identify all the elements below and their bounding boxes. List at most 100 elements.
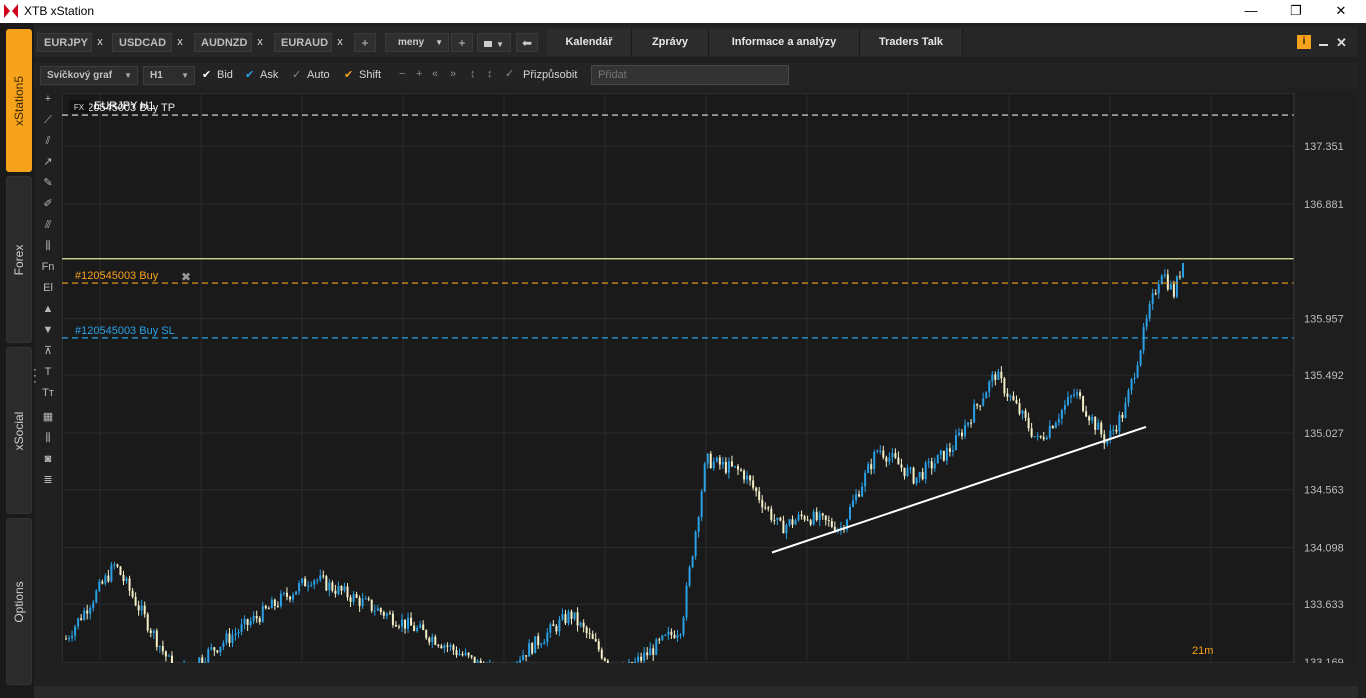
trendline-tool-icon[interactable]: ⟋ [38,111,58,129]
minimize-button[interactable]: — [1228,0,1274,23]
price-tick-label: 136.881 [1304,199,1344,211]
arrow-down-tool-icon[interactable]: ▼ [38,321,58,339]
instrument-tab-audnzd[interactable]: AUDNZD [194,33,252,52]
bid-checkbox[interactable]: ✔ Bid [202,68,233,82]
candle-body [1151,293,1154,304]
candle-body [979,405,982,407]
close-tab-icon[interactable]: x [254,33,266,52]
close-tab-icon[interactable]: x [94,33,106,52]
candle-body [131,590,134,597]
candle-body [1036,435,1039,437]
channel-tool-icon[interactable]: ⫽ [38,132,58,150]
shift-checkbox[interactable]: ✔ Shift [344,68,381,82]
candle-body [285,592,288,597]
add-indicator-input[interactable] [591,65,789,85]
instrument-tab-usdcad[interactable]: USDCAD [112,33,172,52]
close-button[interactable]: ✕ [1318,0,1364,23]
candle-body [797,514,800,521]
add-instrument-button[interactable]: + [354,33,376,52]
group-select[interactable]: meny ▼ [385,33,449,52]
candle-body [849,506,851,520]
close-tab-icon[interactable]: x [174,33,186,52]
candle-body [358,597,361,607]
zoom-out-icon[interactable]: − [399,67,405,81]
candle-body [1012,395,1015,401]
candle-body [273,599,276,606]
candle-body [146,614,149,631]
auto-checkbox[interactable]: ✓ Auto [292,68,330,82]
candle-body [1033,436,1036,438]
candle-body [107,575,110,582]
scroll-forward-icon[interactable]: » [450,67,456,81]
rail-tab-options[interactable]: Options [6,518,32,685]
nav-tab-zpravy[interactable]: Zprávy [632,29,709,56]
candle-body [416,627,419,631]
price-tick-label: 135.027 [1304,428,1344,440]
crosshair-tool-icon[interactable]: + [38,90,58,108]
rail-tab-forex[interactable]: Forex [6,176,32,343]
arrow-up-tool-icon[interactable]: ▲ [38,300,58,318]
price-chart[interactable]: #120545003 Buy TP137.602136.435#12054500… [62,93,1357,663]
minimize-panel-icon[interactable] [1319,44,1328,46]
text-tool-icon[interactable]: T [38,363,58,381]
candle-body [579,622,582,626]
brush-tool-icon[interactable]: ✐ [38,195,58,213]
candle-body [83,610,86,620]
rail-tab-label: xStation5 [12,75,26,126]
nav-tab-kalendar[interactable]: Kalendář [547,29,632,56]
layout-select[interactable]: ▼ [477,33,511,52]
candle-body [152,630,155,634]
rail-resize-handle[interactable]: · · · [33,363,37,387]
shrink-vertical-icon[interactable]: ↕ [487,67,493,81]
candle-body [685,585,688,618]
candle-body [328,582,331,591]
expand-vertical-icon[interactable]: ↕ [470,67,476,81]
el-tool-icon[interactable]: El [38,279,58,297]
fork-tool-icon[interactable]: ⫼ [38,237,58,255]
close-panel-icon[interactable]: ✕ [1336,35,1347,51]
list-icon[interactable]: ≣ [38,471,58,489]
restore-button[interactable]: ❐ [1273,0,1319,23]
candle-body [903,467,906,476]
timeframe-value: H1 [150,70,163,81]
instrument-tab-euraud[interactable]: EURAUD [274,33,332,52]
fn-tool-icon[interactable]: Fn [38,258,58,276]
rail-tab-xsocial[interactable]: xSocial [6,347,32,514]
zoom-in-icon[interactable]: + [416,67,422,81]
candle-body [337,585,340,594]
candle-body [407,617,410,629]
fit-check-icon[interactable]: ✓ [505,67,514,81]
info-icon[interactable]: i [1297,35,1311,49]
close-order-icon[interactable]: ✖ [181,270,191,284]
text-size-tool-icon[interactable]: Tт [38,384,58,402]
volume-tool-icon[interactable]: ⫼ [38,429,58,447]
back-arrow-icon[interactable]: ⬅ [516,33,538,52]
ray-tool-icon[interactable]: ↗ [38,153,58,171]
candle-body [364,598,367,600]
nav-tab-traders-talk[interactable]: Traders Talk [860,29,963,56]
rail-tab-xstation5[interactable]: xStation5 [6,29,32,172]
camera-icon[interactable]: ◙ [38,450,58,468]
candle-body [401,619,403,627]
candle-body [1030,428,1033,437]
add-group-button[interactable]: + [451,33,473,52]
close-tab-icon[interactable]: x [334,33,346,52]
fibonacci-tool-icon[interactable]: ⫻ [38,216,58,234]
nav-tab-informace[interactable]: Informace a analýzy [709,29,860,56]
candle-body [973,404,976,423]
left-rail: xStation5 Forex xSocial Options [0,23,34,698]
chart-type-select[interactable]: Svíčkový graf ▼ [40,66,138,85]
price-label-tool-icon[interactable]: ⊼ [38,342,58,360]
ask-checkbox[interactable]: ✔ Ask [245,68,278,82]
fit-label[interactable]: Přizpůsobit [523,68,577,82]
layers-tool-icon[interactable]: ▦ [38,408,58,426]
candle-body [709,453,712,469]
timeframe-select[interactable]: H1 ▼ [143,66,195,85]
rail-tab-label: Options [12,580,26,623]
candle-body [167,655,170,657]
candle-body [431,636,434,643]
scroll-back-icon[interactable]: « [432,67,438,81]
candle-body [140,605,143,611]
pencil-tool-icon[interactable]: ✎ [38,174,58,192]
instrument-tab-eurjpy[interactable]: EURJPY [37,33,92,52]
